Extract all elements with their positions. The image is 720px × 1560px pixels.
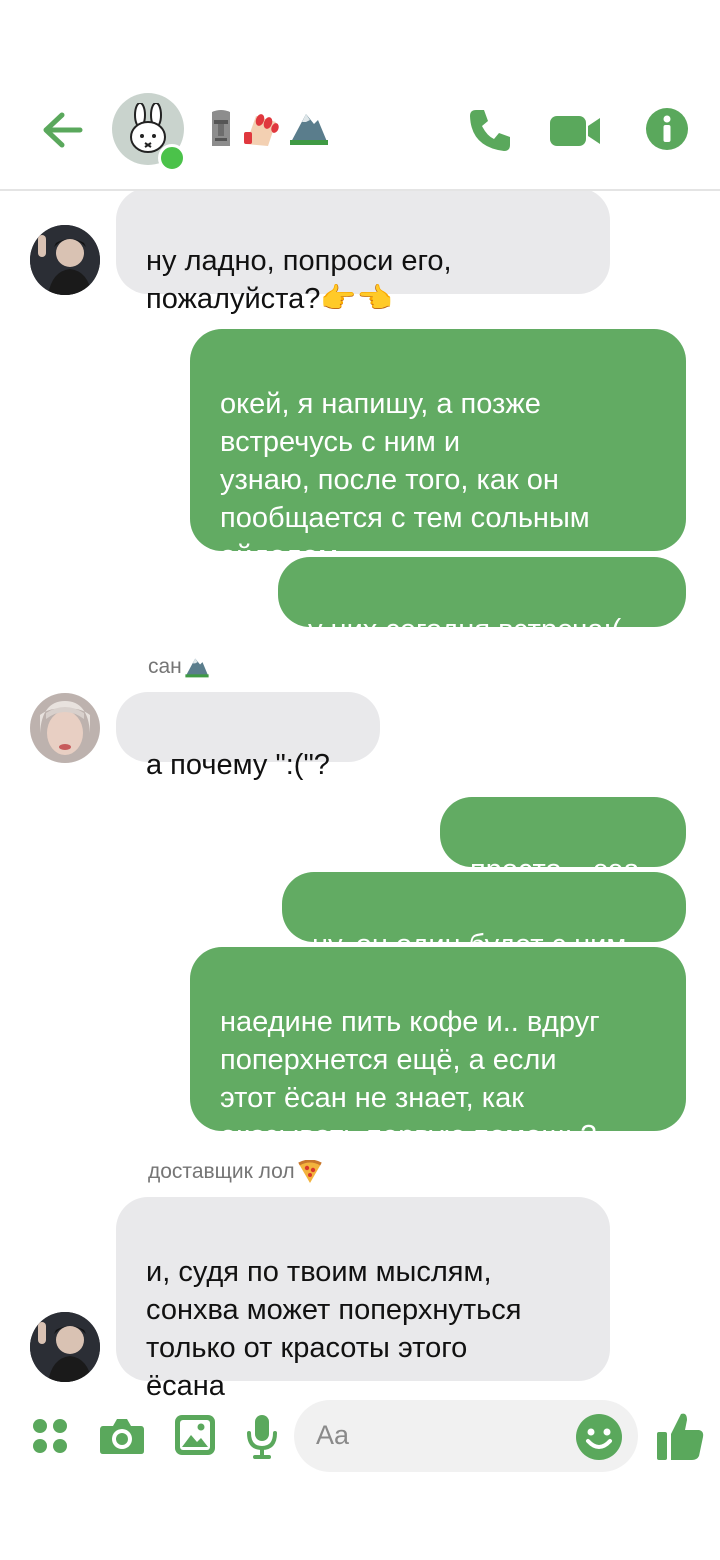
message-text: наедине пить кофе и.. вдруг поперхнется … [220, 1006, 600, 1152]
smiley-icon [576, 1414, 622, 1460]
message-bubble-incoming[interactable]: а почему ":("? [116, 692, 380, 781]
thumbs-up-icon [657, 1413, 704, 1460]
microphone-icon [247, 1415, 277, 1459]
info-icon [646, 108, 688, 150]
pizza-emoji [297, 1160, 322, 1183]
video-camera-icon [550, 116, 600, 146]
arrow-left-icon [43, 112, 83, 148]
message-list[interactable]: ну ладно, попроси его, пожалуйста?👉👈 оке… [0, 188, 720, 1402]
phone-icon [470, 110, 510, 151]
message-bubble-outgoing[interactable]: ну, он один будет с ним [282, 872, 686, 961]
mountain-emoji [185, 658, 209, 678]
message-input[interactable]: Aa [294, 1400, 638, 1472]
video-call-button[interactable] [550, 110, 602, 152]
voice-button[interactable] [244, 1412, 280, 1460]
camera-button[interactable] [98, 1414, 146, 1458]
message-text: окей, я напишу, а позже встречусь с ним … [220, 388, 590, 572]
message-bubble-outgoing[interactable]: наедине пить кофе и.. вдруг поперхнется … [190, 947, 686, 1152]
profile-photo [30, 693, 100, 763]
sender-avatar[interactable] [30, 1312, 100, 1382]
online-status-dot [158, 144, 186, 172]
apps-button[interactable] [28, 1414, 72, 1458]
message-bubble-outgoing[interactable]: просто... ээа [440, 797, 686, 886]
profile-photo [30, 1312, 100, 1382]
message-text: и, судя по твоим мыслям, сонхва может по… [146, 1256, 522, 1402]
message-bubble-outgoing[interactable]: у них сегодня встреча:( [278, 557, 686, 646]
chat-header [0, 0, 720, 191]
message-text: ну ладно, попроси его, пожалуйста? [146, 245, 452, 315]
call-button[interactable] [466, 106, 514, 154]
nail-polish-emoji [244, 114, 279, 146]
gallery-icon [175, 1415, 215, 1455]
apps-grid-icon [33, 1419, 67, 1453]
profile-photo [30, 225, 100, 295]
message-bubble-outgoing[interactable]: окей, я напишу, а позже встречусь с ним … [190, 329, 686, 572]
sender-avatar[interactable] [30, 225, 100, 295]
emoji-button[interactable] [574, 1412, 624, 1462]
sender-name: сан [148, 655, 210, 679]
moai-emoji [212, 110, 230, 146]
chat-title[interactable] [206, 108, 330, 148]
mountain-emoji [290, 114, 328, 145]
camera-icon [100, 1419, 144, 1454]
info-button[interactable] [644, 106, 690, 152]
message-text: у них сегодня встреча:( [308, 614, 622, 646]
back-button[interactable] [38, 108, 86, 152]
message-emoji: 👉👈 [320, 283, 393, 315]
message-text: а почему ":("? [146, 749, 330, 781]
sender-name: доставщик лол [148, 1160, 323, 1184]
sender-avatar[interactable] [30, 693, 100, 763]
message-input-placeholder: Aa [316, 1420, 350, 1450]
message-composer: Aa [0, 1400, 720, 1476]
gallery-button[interactable] [172, 1412, 218, 1458]
message-bubble-incoming[interactable]: и, судя по твоим мыслям, сонхва может по… [116, 1197, 610, 1402]
message-bubble-incoming[interactable]: ну ладно, попроси его, пожалуйста?👉👈 [116, 188, 610, 315]
like-button[interactable] [654, 1408, 706, 1464]
